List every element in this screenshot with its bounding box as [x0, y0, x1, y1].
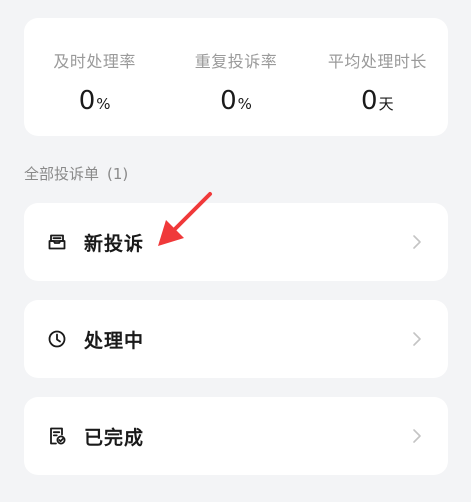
stat-unit: 天	[378, 95, 394, 113]
stat-unit: %	[237, 95, 252, 113]
stat-value: 0 天	[361, 86, 394, 116]
row-label: 已完成	[84, 426, 145, 449]
stats-card: 及时处理率 0 % 重复投诉率 0 % 平均处理时长 0 天	[24, 18, 448, 136]
section-title: 全部投诉单 (1)	[24, 163, 128, 184]
stat-label: 及时处理率	[53, 52, 136, 71]
row-completed[interactable]: 已完成	[24, 397, 448, 475]
stat-number: 0	[361, 86, 378, 116]
section-count: (1)	[107, 165, 129, 183]
chevron-right-icon	[410, 330, 424, 348]
annotation-arrow-icon	[150, 190, 214, 252]
stat-label: 重复投诉率	[194, 52, 278, 71]
inbox-icon	[46, 231, 68, 253]
section-title-text: 全部投诉单	[24, 165, 100, 183]
stat-value: 0 %	[220, 86, 252, 116]
stat-number: 0	[78, 86, 96, 116]
stat-label: 平均处理时长	[327, 52, 427, 71]
document-check-icon	[46, 425, 68, 447]
row-label: 新投诉	[84, 232, 145, 255]
stat-avg-duration: 平均处理时长 0 天	[307, 18, 448, 136]
row-label: 处理中	[84, 329, 145, 352]
stat-value: 0 %	[79, 86, 111, 116]
chevron-right-icon	[410, 427, 424, 445]
row-processing[interactable]: 处理中	[24, 300, 448, 378]
row-new-complaint[interactable]: 新投诉	[24, 203, 448, 281]
clock-icon	[46, 328, 68, 350]
stat-timely-rate: 及时处理率 0 %	[24, 18, 165, 136]
chevron-right-icon	[410, 233, 424, 251]
stat-number: 0	[220, 86, 237, 116]
stat-repeat-rate: 重复投诉率 0 %	[165, 18, 306, 136]
stat-unit: %	[96, 95, 111, 113]
